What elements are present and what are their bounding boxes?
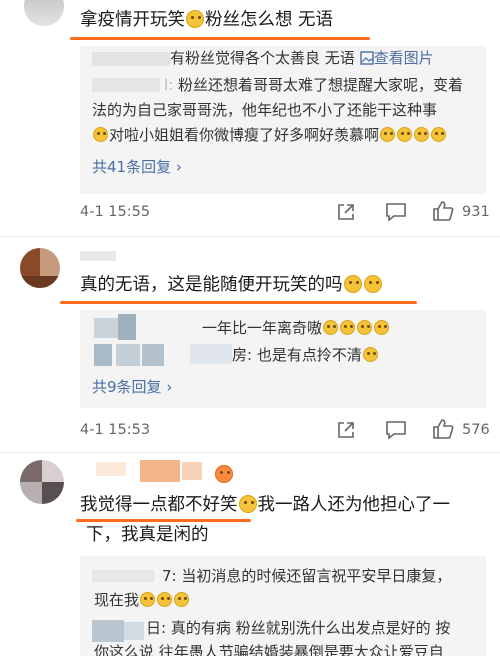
- like-count: 576: [462, 422, 490, 438]
- more-replies-link[interactable]: 共9条回复 ›: [92, 376, 172, 397]
- emoji-icon: [323, 320, 339, 335]
- more-replies-link[interactable]: 共41条回复 ›: [92, 156, 182, 177]
- like-icon[interactable]: [432, 200, 454, 222]
- reply-item[interactable]: 7: 当初消息的时候还留言祝平安早日康复，: [162, 564, 451, 589]
- emoji-icon: [238, 495, 257, 513]
- username-blur: [80, 251, 116, 261]
- comment-text-continued: 下，我真是闲的: [86, 525, 209, 545]
- reply-item-continued: 法的为自己家哥哥洗，他年纪也不小了还能干这种事: [92, 101, 438, 119]
- emoji-icon: [157, 592, 173, 607]
- reply-panel: 有粉丝觉得各个太善良 无语 查看图片 l: 粉丝还想着哥哥太难了想提醒大家呢，变…: [80, 46, 486, 194]
- emoji-icon: [93, 127, 108, 142]
- emoji-icon: [414, 127, 430, 142]
- comment-text: 真的无语，这是能随便开玩笑的吗: [80, 270, 383, 300]
- emoji-icon: [340, 320, 356, 335]
- emoji-icon: [343, 275, 362, 293]
- reply-item-continued: 你这么说 往年愚人节骗结婚装暴倒是要大众让爱豆自: [94, 643, 444, 656]
- avatar-blur: [142, 344, 164, 366]
- emoji-icon: [140, 592, 156, 607]
- emoji-icon: [431, 127, 447, 142]
- share-icon[interactable]: [336, 420, 356, 440]
- like-icon[interactable]: [432, 418, 454, 440]
- avatar-blur: [92, 570, 154, 582]
- badge-blur: [140, 460, 180, 482]
- reply-item-continued: 对啦小姐姐看你微博瘦了好多啊好羡慕啊: [92, 123, 447, 148]
- comment-icon[interactable]: [385, 420, 407, 440]
- badge-blur: [182, 462, 202, 480]
- reply-item-continued: 现在我: [94, 588, 190, 613]
- emoji-icon: [186, 10, 204, 28]
- avatar-blur: [118, 314, 136, 340]
- emoji-icon: [174, 592, 190, 607]
- reply-panel: 一年比一年离奇嗷 房: 也是有点拎不清 共9条回复 ›: [80, 310, 486, 408]
- avatar-blur: [92, 52, 170, 66]
- reply-item[interactable]: 房: 也是有点拎不清: [232, 343, 379, 368]
- emoji-icon: [380, 127, 396, 142]
- emoji-icon: [362, 347, 378, 362]
- reply-item[interactable]: l: 粉丝还想着哥哥太难了想提醒大家呢，变着: [164, 73, 463, 98]
- comment-text: 我觉得一点都不好笑 我一路人还为他担心了一: [80, 495, 450, 515]
- avatar-blur: [94, 344, 112, 366]
- avatar-blur: [116, 344, 140, 366]
- user-avatar[interactable]: [24, 0, 64, 26]
- avatar-blur: [92, 78, 160, 92]
- username-blur: [96, 462, 126, 476]
- avatar-blur: [92, 620, 124, 642]
- timestamp: 4-1 15:53: [80, 422, 151, 438]
- image-icon: [359, 51, 374, 65]
- highlight-underline: [60, 301, 417, 304]
- emoji-icon: [363, 275, 382, 293]
- reply-item[interactable]: 有粉丝觉得各个太善良 无语 查看图片: [170, 46, 434, 71]
- highlight-underline: [70, 37, 370, 40]
- comment-text: 拿疫情开玩笑 粉丝怎么想 无语: [80, 10, 334, 30]
- reply-item[interactable]: 日: 真的有病 粉丝就别洗什么出发点是好的 按: [146, 616, 450, 641]
- emoji-icon: [357, 320, 373, 335]
- user-avatar[interactable]: [20, 460, 64, 504]
- user-avatar[interactable]: [20, 248, 60, 288]
- view-image-link[interactable]: 查看图片: [374, 49, 434, 67]
- divider: [0, 236, 500, 237]
- like-count: 931: [462, 204, 490, 220]
- reply-panel: 7: 当初消息的时候还留言祝平安早日康复， 现在我 日: 真的有病 粉丝就别洗什…: [80, 556, 486, 656]
- avatar-blur: [190, 344, 232, 364]
- comment-icon[interactable]: [385, 202, 407, 222]
- emoji-icon: [215, 465, 233, 483]
- reply-item[interactable]: 一年比一年离奇嗷: [202, 316, 390, 341]
- emoji-icon: [397, 127, 413, 142]
- avatar-blur: [124, 622, 144, 640]
- divider: [0, 452, 500, 453]
- share-icon[interactable]: [336, 202, 356, 222]
- emoji-icon: [374, 320, 390, 335]
- timestamp: 4-1 15:55: [80, 204, 151, 220]
